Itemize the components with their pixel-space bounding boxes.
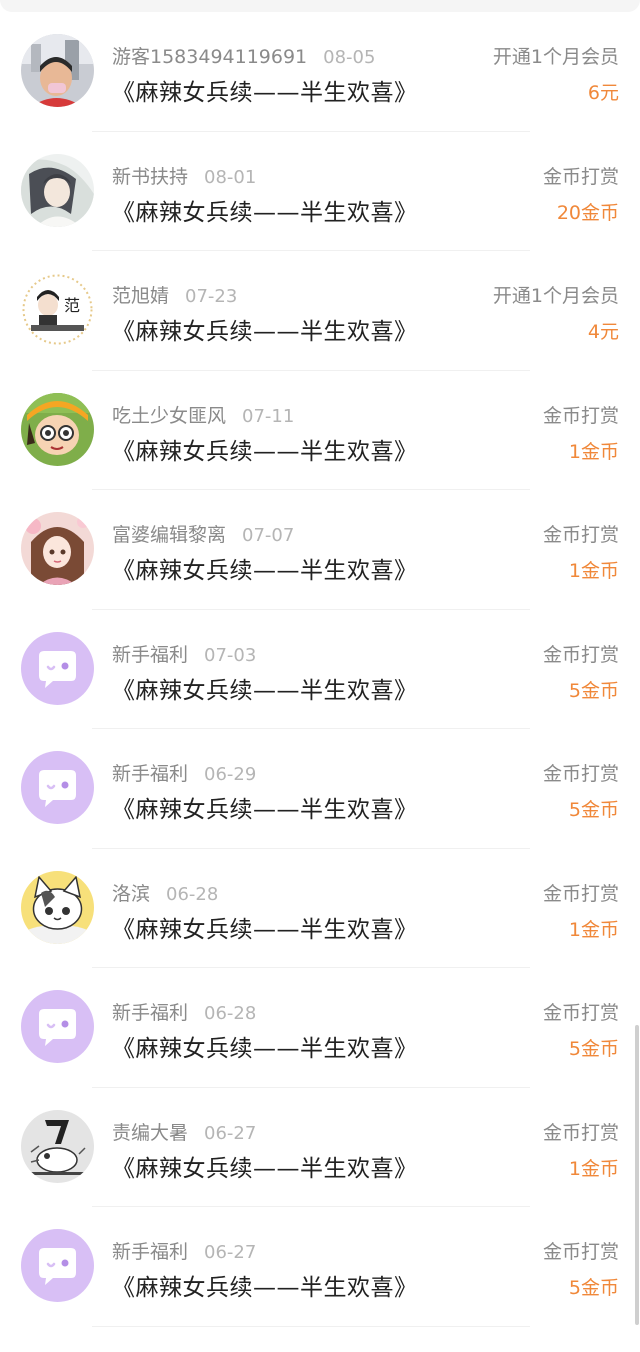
book-title: 《麻辣女兵续——半生欢喜》 <box>112 916 418 943</box>
user-name-line: 范旭婧 07-23 <box>112 281 237 308</box>
user-name: 新书扶持 <box>112 165 189 188</box>
book-title: 《麻辣女兵续——半生欢喜》 <box>112 797 418 823</box>
book-title: 《麻辣女兵续——半生欢喜》 <box>112 558 418 584</box>
gift-amount: 4元 <box>587 321 619 343</box>
user-name-line: 新手福利 06-27 <box>112 1237 256 1264</box>
chat-bubble-icon[interactable] <box>21 990 94 1063</box>
list-item[interactable]: 新手福利 06-28 《麻辣女兵续——半生欢喜》 金币打赏 5金币 <box>0 968 640 1088</box>
book-title: 《麻辣女兵续——半生欢喜》 <box>112 677 418 704</box>
user-avatar[interactable] <box>21 34 94 107</box>
user-avatar[interactable] <box>21 153 94 227</box>
gift-amount: 5金币 <box>568 1038 619 1060</box>
gift-amount: 5金币 <box>568 679 619 702</box>
list-item[interactable]: 新手福利 06-27 《麻辣女兵续——半生欢喜》 金币打赏 5金币 <box>0 1207 640 1327</box>
user-name: 洛滨 <box>112 882 151 905</box>
book-title: 《麻辣女兵续——半生欢喜》 <box>112 199 418 226</box>
reward-date: 06-27 <box>204 1122 257 1144</box>
gift-type: 金币打赏 <box>542 524 619 546</box>
reward-date: 07-07 <box>242 525 295 546</box>
book-title: 《麻辣女兵续——半生欢喜》 <box>112 1275 418 1301</box>
user-name: 富婆编辑黎离 <box>112 524 227 546</box>
user-name-line: 责编大暑 06-27 <box>112 1118 256 1145</box>
reward-list: 游客1583494119691 08-05 《麻辣女兵续——半生欢喜》 开通1个月… <box>0 12 640 1327</box>
user-name-line: 新手福利 06-28 <box>112 998 256 1025</box>
user-name: 新手福利 <box>112 643 189 666</box>
user-name: 新手福利 <box>112 1002 189 1024</box>
reward-date: 07-11 <box>242 405 295 427</box>
user-name: 吃土少女匪风 <box>112 404 227 427</box>
user-name-line: 吃土少女匪风 07-11 <box>112 401 294 428</box>
user-name-line: 游客1583494119691 08-05 <box>112 42 375 69</box>
reward-date: 06-27 <box>204 1242 257 1263</box>
gift-amount: 1金币 <box>568 918 619 941</box>
reward-date: 06-28 <box>166 883 219 905</box>
list-item[interactable]: 范 范旭婧 07-23 《麻辣女兵续——半生欢喜》 开通1个月会员 4元 <box>0 251 640 371</box>
user-name-line: 新书扶持 08-01 <box>112 162 256 189</box>
chat-bubble-icon[interactable] <box>21 751 94 824</box>
book-title: 《麻辣女兵续——半生欢喜》 <box>112 438 418 465</box>
gift-type: 金币打赏 <box>542 165 619 188</box>
book-title: 《麻辣女兵续——半生欢喜》 <box>112 1036 418 1062</box>
list-item[interactable]: 洛滨 06-28 《麻辣女兵续——半生欢喜》 金币打赏 1金币 <box>0 849 640 968</box>
user-avatar[interactable]: 范 <box>21 273 94 346</box>
top-card-edge <box>0 0 640 12</box>
gift-amount: 1金币 <box>568 440 619 463</box>
gift-type: 金币打赏 <box>542 882 619 905</box>
gift-amount: 6元 <box>587 82 619 104</box>
user-name: 责编大暑 <box>112 1121 189 1144</box>
chat-bubble-icon[interactable] <box>21 1229 94 1302</box>
user-name-line: 新手福利 06-29 <box>112 759 256 786</box>
reward-records-page: 游客1583494119691 08-05 《麻辣女兵续——半生欢喜》 开通1个月… <box>0 0 640 1352</box>
gift-type: 金币打赏 <box>542 1241 619 1263</box>
user-name-line: 富婆编辑黎离 07-07 <box>112 520 294 547</box>
user-name-line: 洛滨 06-28 <box>112 879 218 906</box>
list-item[interactable]: 吃土少女匪风 07-11 《麻辣女兵续——半生欢喜》 金币打赏 1金币 <box>0 371 640 490</box>
user-name: 新手福利 <box>112 763 189 785</box>
reward-date: 07-03 <box>204 644 257 666</box>
list-item[interactable]: 游客1583494119691 08-05 《麻辣女兵续——半生欢喜》 开通1个月… <box>0 12 640 132</box>
gift-type: 开通1个月会员 <box>492 285 619 307</box>
reward-date: 07-23 <box>185 286 238 307</box>
reward-date: 08-05 <box>323 47 376 68</box>
gift-type: 金币打赏 <box>542 643 619 666</box>
reward-date: 08-01 <box>204 166 257 188</box>
reward-date: 06-29 <box>204 764 257 785</box>
user-avatar[interactable] <box>21 392 94 466</box>
gift-amount: 5金币 <box>568 1277 619 1299</box>
book-title: 《麻辣女兵续——半生欢喜》 <box>112 1155 418 1182</box>
list-item[interactable]: 新手福利 06-29 《麻辣女兵续——半生欢喜》 金币打赏 5金币 <box>0 729 640 849</box>
gift-amount: 20金币 <box>556 201 619 224</box>
list-item[interactable]: 责编大暑 06-27 《麻辣女兵续——半生欢喜》 金币打赏 1金币 <box>0 1088 640 1207</box>
reward-date: 06-28 <box>204 1003 257 1024</box>
scrollbar[interactable] <box>635 1025 639 1325</box>
avatar-char: 范 <box>64 296 80 315</box>
chat-bubble-icon[interactable] <box>21 631 94 705</box>
gift-type: 开通1个月会员 <box>492 46 619 68</box>
list-item[interactable]: 新手福利 07-03 《麻辣女兵续——半生欢喜》 金币打赏 5金币 <box>0 610 640 729</box>
gift-type: 金币打赏 <box>542 763 619 785</box>
divider <box>92 1325 530 1327</box>
user-avatar[interactable] <box>21 870 94 944</box>
user-name: 新手福利 <box>112 1241 189 1263</box>
gift-type: 金币打赏 <box>542 1121 619 1144</box>
gift-amount: 5金币 <box>568 799 619 821</box>
user-name: 游客1583494119691 <box>112 46 308 68</box>
book-title: 《麻辣女兵续——半生欢喜》 <box>112 319 418 345</box>
gift-amount: 1金币 <box>568 1157 619 1180</box>
gift-amount: 1金币 <box>568 560 619 582</box>
list-item[interactable]: 富婆编辑黎离 07-07 《麻辣女兵续——半生欢喜》 金币打赏 1金币 <box>0 490 640 610</box>
user-avatar[interactable] <box>21 512 94 585</box>
gift-type: 金币打赏 <box>542 404 619 427</box>
gift-type: 金币打赏 <box>542 1002 619 1024</box>
book-title: 《麻辣女兵续——半生欢喜》 <box>112 80 418 106</box>
user-name-line: 新手福利 07-03 <box>112 640 256 667</box>
list-item[interactable]: 新书扶持 08-01 《麻辣女兵续——半生欢喜》 金币打赏 20金币 <box>0 132 640 251</box>
user-name: 范旭婧 <box>112 285 170 307</box>
user-avatar[interactable] <box>21 1109 94 1183</box>
